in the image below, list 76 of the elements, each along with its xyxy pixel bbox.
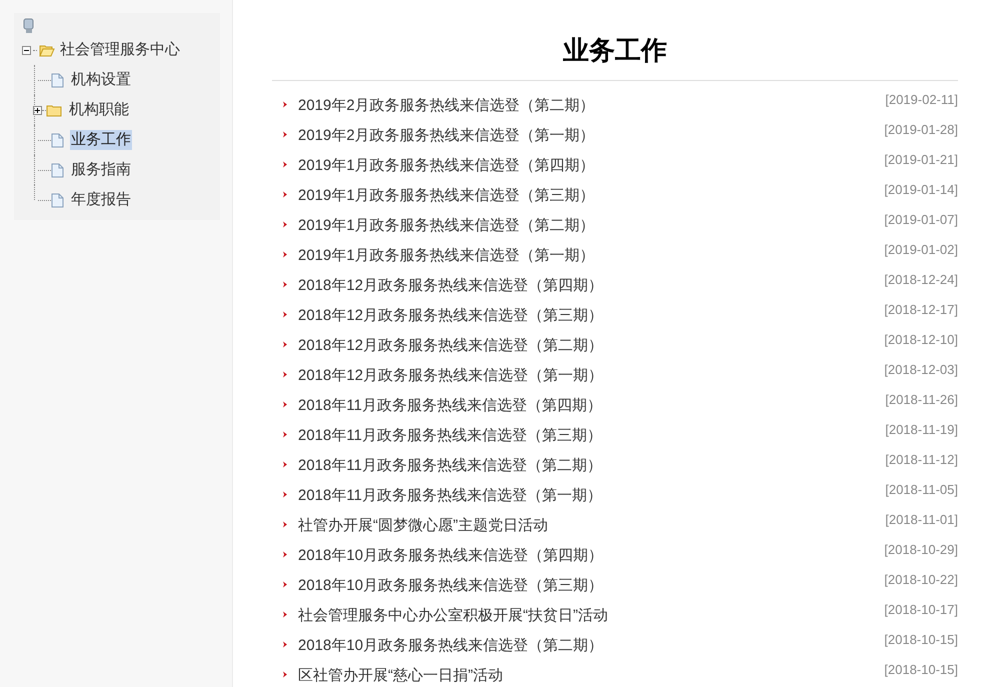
tree-item[interactable]: 业务工作 [70,130,132,150]
computer-icon [23,18,35,34]
bullet-icon [282,101,288,108]
article-date: [2018-11-12] [885,452,958,468]
article-date: [2018-10-15] [884,632,958,648]
article-link[interactable]: 2019年1月政务服务热线来信选登（第三期） [298,186,595,206]
bullet-icon [282,191,288,198]
article-link[interactable]: 社会管理服务中心办公室积极开展“扶贫日”活动 [298,606,608,626]
article-date: [2019-01-14] [884,182,958,198]
article-date: [2018-10-22] [884,572,958,588]
bullet-icon [282,281,288,288]
bullet-icon [282,461,288,468]
tree-item[interactable]: 服务指南 [70,160,132,180]
collapse-icon[interactable] [22,46,31,54]
article-link[interactable]: 2018年11月政务服务热线来信选登（第四期） [298,396,602,416]
article-link[interactable]: 2018年12月政务服务热线来信选登（第三期） [298,306,604,326]
tree-item[interactable]: 机构设置 [70,70,132,90]
bullet-icon [282,611,288,618]
article-link[interactable]: 2018年11月政务服务热线来信选登（第三期） [298,426,602,446]
document-icon [51,162,64,178]
article-link[interactable]: 2018年10月政务服务热线来信选登（第四期） [298,546,604,566]
article-date: [2018-12-24] [884,272,958,288]
article-date: [2018-12-03] [884,362,958,378]
article-link[interactable]: 2018年10月政务服务热线来信选登（第三期） [298,576,604,596]
article-date: [2018-12-17] [884,302,958,318]
bullet-icon [282,401,288,408]
article-date: [2018-10-17] [884,602,958,618]
article-date: [2019-01-07] [884,212,958,228]
article-date: [2018-11-05] [885,482,958,498]
bullet-icon [282,641,288,648]
bullet-icon [282,491,288,498]
bullet-icon [282,131,288,138]
bullet-icon [282,581,288,588]
bullet-icon [282,311,288,318]
article-date: [2018-11-19] [885,422,958,438]
expand-icon[interactable] [33,106,42,114]
article-date: [2019-01-21] [884,152,958,168]
article-link[interactable]: 2019年1月政务服务热线来信选登（第二期） [298,216,595,236]
article-link[interactable]: 2018年10月政务服务热线来信选登（第二期） [298,636,604,656]
article-link[interactable]: 2018年12月政务服务热线来信选登（第一期） [298,366,604,386]
bullet-icon [282,161,288,168]
article-date: [2018-10-15] [884,662,958,678]
tree-item[interactable]: 社会管理服务中心 [60,40,180,60]
article-date: [2019-01-28] [884,122,958,138]
article-date: [2019-01-02] [884,242,958,258]
article-date: [2019-02-11] [885,92,958,108]
article-link[interactable]: 2019年2月政务服务热线来信选登（第一期） [298,126,595,146]
bullet-icon [282,551,288,558]
article-link[interactable]: 社管办开展“圆梦微心愿”主题党日活动 [298,516,548,536]
bullet-icon [282,221,288,228]
article-link[interactable]: 2019年2月政务服务热线来信选登（第二期） [298,96,595,116]
article-date: [2018-11-01] [885,512,958,528]
folder-icon [39,44,55,56]
article-link[interactable]: 2018年11月政务服务热线来信选登（第一期） [298,486,602,506]
document-icon [51,132,64,148]
bullet-icon [282,251,288,258]
article-link[interactable]: 2018年11月政务服务热线来信选登（第二期） [298,456,602,476]
bullet-icon [282,431,288,438]
article-link[interactable]: 2019年1月政务服务热线来信选登（第四期） [298,156,595,176]
folder-icon [46,104,62,116]
article-link[interactable]: 区社管办开展“慈心一日捐”活动 [298,666,503,686]
article-link[interactable]: 2019年1月政务服务热线来信选登（第一期） [298,246,595,266]
document-icon [51,192,64,208]
article-date: [2018-11-26] [885,392,958,408]
bullet-icon [282,671,288,678]
article-date: [2018-10-29] [884,542,958,558]
bullet-icon [282,521,288,528]
article-link[interactable]: 2018年12月政务服务热线来信选登（第四期） [298,276,604,296]
bullet-icon [282,341,288,348]
document-icon [51,72,64,88]
bullet-icon [282,371,288,378]
tree-item[interactable]: 年度报告 [70,190,132,210]
article-date: [2018-12-10] [884,332,958,348]
page-title: 业务工作 [562,34,668,67]
article-link[interactable]: 2018年12月政务服务热线来信选登（第二期） [298,336,604,356]
tree-item[interactable]: 机构职能 [68,100,130,120]
